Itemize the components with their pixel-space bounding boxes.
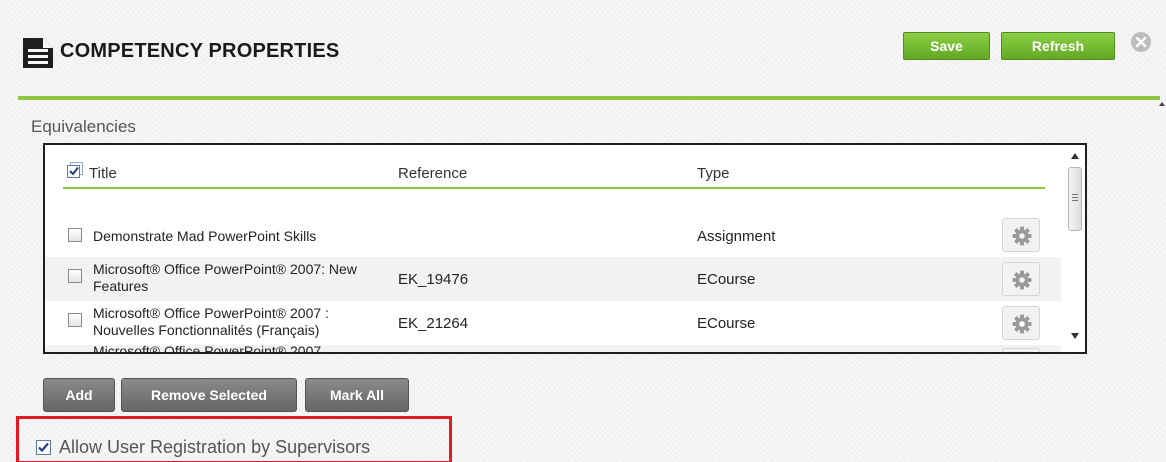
select-all-checkbox-icon[interactable] (67, 162, 83, 178)
row-settings-button[interactable] (1002, 262, 1040, 296)
allow-registration-label: Allow User Registration by Supervisors (59, 437, 371, 457)
row-title: Microsoft® Office PowerPoint® 2007 (93, 343, 322, 354)
list-scrollbar[interactable] (1065, 145, 1085, 352)
remove-selected-button[interactable]: Remove Selected (121, 378, 297, 412)
table-row: Microsoft® Office PowerPoint® 2007 : Nou… (45, 301, 1061, 345)
row-type: ECourse (697, 315, 756, 332)
close-icon[interactable] (1130, 31, 1152, 53)
row-checkbox[interactable] (68, 228, 82, 242)
equivalencies-list: Title Reference Type Demonstrate Mad Pow… (43, 143, 1087, 354)
section-label-equivalencies: Equivalencies (31, 117, 136, 136)
row-reference: EK_21264 (398, 315, 469, 332)
document-lines-icon (23, 38, 53, 68)
gear-icon (1012, 226, 1032, 246)
panel-header: COMPETENCY PROPERTIES Save Refresh (0, 0, 1166, 98)
mark-all-button[interactable]: Mark All (305, 378, 409, 412)
row-settings-button[interactable] (1002, 348, 1040, 352)
header-underline (63, 187, 1045, 189)
row-type: ECourse (697, 271, 756, 288)
row-title: Microsoft® Office PowerPoint® 2007 : Nou… (93, 305, 329, 338)
table-row: Demonstrate Mad PowerPoint Skills Assign… (45, 213, 1061, 257)
row-settings-button[interactable] (1002, 218, 1040, 252)
gear-icon (1012, 270, 1032, 290)
row-title: Microsoft® Office PowerPoint® 2007: New … (93, 261, 357, 294)
column-header-reference: Reference (398, 165, 468, 182)
row-type: Assignment (697, 228, 776, 245)
column-header-type: Type (697, 165, 730, 182)
refresh-button[interactable]: Refresh (1001, 32, 1115, 60)
add-button[interactable]: Add (43, 378, 115, 412)
row-settings-button[interactable] (1002, 306, 1040, 340)
row-checkbox[interactable] (68, 313, 82, 327)
row-title: Demonstrate Mad PowerPoint Skills (93, 228, 317, 244)
header-divider (18, 96, 1160, 100)
table-row: Microsoft® Office PowerPoint® 2007: New … (45, 257, 1061, 301)
save-button[interactable]: Save (903, 32, 990, 60)
row-checkbox[interactable] (68, 269, 82, 283)
table-row: Microsoft® Office PowerPoint® 2007 (45, 343, 1061, 354)
column-header-title: Title (89, 165, 117, 182)
gear-icon (1012, 314, 1032, 334)
scroll-down-arrow-icon[interactable] (1071, 333, 1079, 339)
caret-up-icon (1159, 102, 1165, 106)
scroll-up-arrow-icon[interactable] (1071, 153, 1079, 159)
page-title: COMPETENCY PROPERTIES (60, 40, 340, 62)
list-header: Title Reference Type (45, 145, 1045, 191)
row-reference: EK_19476 (398, 271, 469, 288)
scrollbar-thumb[interactable] (1068, 167, 1082, 231)
allow-registration-checkbox[interactable] (36, 440, 51, 455)
